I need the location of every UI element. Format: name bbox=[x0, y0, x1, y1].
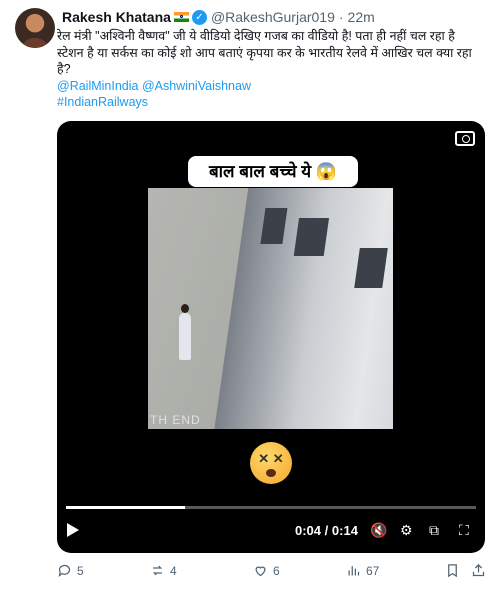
pip-icon[interactable]: ⧉ bbox=[429, 522, 439, 539]
india-flag-icon bbox=[173, 12, 189, 22]
settings-gear-icon[interactable]: ⚙ bbox=[400, 522, 413, 539]
video-player[interactable]: बाल बाल बच्चे ये 😱 TH END ✕ ✕ 0:04 / 0:1… bbox=[57, 121, 485, 553]
tweet-text: रेल मंत्री "अश्विनी वैष्णव" जी ये वीडियो… bbox=[57, 29, 472, 76]
tweet-body: रेल मंत्री "अश्विनी वैष्णव" जी ये वीडियो… bbox=[57, 28, 477, 111]
bookmark-icon bbox=[448, 564, 457, 578]
dizzy-face-icon: ✕ ✕ bbox=[250, 442, 292, 484]
video-caption: बाल बाल बच्चे ये 😱 bbox=[188, 156, 358, 187]
reply-count: 5 bbox=[77, 563, 84, 578]
camera-icon bbox=[455, 131, 475, 146]
reply-icon bbox=[58, 564, 71, 577]
avatar[interactable] bbox=[15, 8, 55, 48]
heart-icon bbox=[255, 566, 266, 577]
video-progress-fill bbox=[66, 506, 185, 509]
bookmark-button[interactable] bbox=[445, 563, 460, 578]
video-time: 0:04 / 0:14 bbox=[295, 523, 358, 538]
views-button[interactable]: 67 bbox=[346, 563, 379, 578]
tweet-actions: 5 4 6 67 bbox=[57, 563, 487, 579]
repost-icon bbox=[152, 565, 163, 576]
current-time: 0:04 bbox=[295, 523, 322, 538]
author-name[interactable]: Rakesh Khatana bbox=[62, 9, 171, 25]
video-progress-bar[interactable] bbox=[66, 506, 476, 509]
fullscreen-icon[interactable]: ⛶ bbox=[459, 522, 469, 539]
separator-dot: · bbox=[338, 9, 344, 25]
repost-count: 4 bbox=[170, 563, 177, 578]
video-watermark: TH END bbox=[150, 413, 201, 427]
hashtag-link[interactable]: #IndianRailways bbox=[57, 94, 477, 111]
play-icon[interactable] bbox=[67, 523, 79, 537]
like-count: 6 bbox=[273, 563, 280, 578]
mute-icon[interactable]: 🔇 bbox=[370, 522, 387, 539]
reply-button[interactable]: 5 bbox=[57, 563, 84, 578]
share-icon bbox=[472, 563, 485, 577]
person-figure bbox=[179, 304, 191, 360]
like-button[interactable]: 6 bbox=[253, 563, 280, 578]
mention-links[interactable]: @RailMinIndia @AshwiniVaishnaw bbox=[57, 78, 477, 95]
author-handle[interactable]: @RakeshGurjar019 bbox=[211, 9, 335, 25]
repost-button[interactable]: 4 bbox=[150, 563, 177, 578]
share-button[interactable] bbox=[471, 563, 486, 578]
verified-badge-icon: ✓ bbox=[191, 9, 207, 25]
video-frame[interactable]: TH END bbox=[148, 188, 393, 429]
duration: 0:14 bbox=[331, 523, 358, 538]
post-time[interactable]: 22m bbox=[348, 9, 375, 25]
views-chart-icon bbox=[348, 566, 360, 576]
view-count: 67 bbox=[366, 563, 380, 578]
tweet-header: Rakesh Khatana ✓ @RakeshGurjar019 · 22m bbox=[62, 9, 375, 25]
